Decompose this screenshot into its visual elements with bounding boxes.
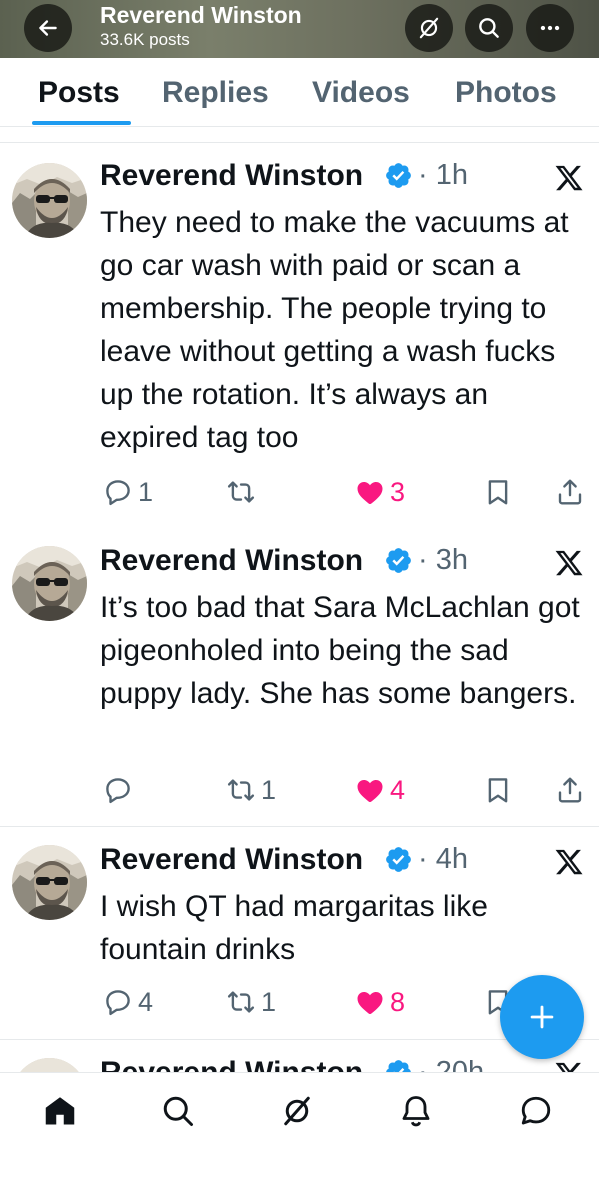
reply-icon: [103, 987, 133, 1017]
heart-icon: [355, 775, 385, 805]
heart-icon: [355, 477, 385, 507]
reply-count: 1: [138, 476, 154, 507]
post-text: I wish QT had margaritas like fountain d…: [100, 890, 488, 966]
search-icon: [163, 1096, 193, 1126]
tab-videos[interactable]: Videos: [312, 76, 410, 110]
x-logo-icon: [554, 847, 584, 877]
share-button[interactable]: [555, 773, 585, 807]
nav-home[interactable]: [42, 1093, 82, 1133]
like-count: 4: [390, 774, 406, 805]
verified-badge-icon: [384, 161, 413, 190]
avatar-image: [12, 546, 87, 621]
reply-button[interactable]: [103, 773, 138, 807]
like-button[interactable]: 8: [355, 985, 405, 1019]
repost-count: 1: [261, 986, 277, 1017]
like-button[interactable]: 3: [355, 475, 405, 509]
bookmark-icon: [483, 775, 513, 805]
post-time[interactable]: · 1h: [418, 159, 468, 192]
avatar-image: [12, 163, 87, 238]
reply-icon: [103, 477, 133, 507]
messages-icon: [521, 1096, 551, 1125]
post[interactable]: Reverend Winston · 1h They need to make …: [0, 142, 599, 529]
avatar[interactable]: [12, 546, 87, 621]
nav-grok[interactable]: [279, 1093, 319, 1133]
tab-posts[interactable]: Posts: [38, 76, 120, 110]
nav-messages[interactable]: [518, 1093, 558, 1133]
avatar[interactable]: [12, 845, 87, 920]
back-button[interactable]: [24, 4, 72, 52]
nav-notifications[interactable]: [398, 1093, 438, 1133]
repost-button[interactable]: 1: [226, 985, 276, 1019]
verified-badge-icon: [384, 546, 413, 575]
grok-icon: [284, 1096, 310, 1126]
more-button[interactable]: [526, 4, 574, 52]
share-icon: [555, 775, 585, 805]
repost-button[interactable]: 1: [226, 773, 276, 807]
post[interactable]: Reverend Winston · 3h It’s too bad that …: [0, 528, 599, 827]
repost-icon: [226, 775, 256, 805]
repost-icon: [226, 477, 256, 507]
avatar[interactable]: [12, 163, 87, 238]
post-count: 33.6K posts: [100, 30, 190, 49]
back-arrow-icon: [39, 20, 57, 36]
post-time[interactable]: · 4h: [418, 843, 468, 876]
post-time[interactable]: · 3h: [418, 544, 468, 577]
reply-button[interactable]: 4: [103, 985, 153, 1019]
author-name[interactable]: Reverend Winston: [100, 843, 363, 877]
repost-icon: [226, 987, 256, 1017]
nav-search[interactable]: [160, 1093, 200, 1133]
tab-photos[interactable]: Photos: [455, 76, 557, 110]
more-icon: [540, 25, 560, 31]
like-count: 3: [390, 476, 406, 507]
post-text: It’s too bad that Sara McLachlan got pig…: [100, 591, 580, 710]
share-button[interactable]: [555, 475, 585, 509]
active-tab-indicator: [32, 121, 131, 125]
bookmark-button[interactable]: [483, 475, 513, 509]
bookmark-icon: [483, 477, 513, 507]
avatar-image: [12, 845, 87, 920]
reply-button[interactable]: 1: [103, 475, 153, 509]
grok-button[interactable]: [405, 4, 453, 52]
profile-name: Reverend Winston: [100, 2, 302, 28]
author-name[interactable]: Reverend Winston: [100, 544, 363, 578]
tab-replies[interactable]: Replies: [162, 76, 269, 110]
author-name[interactable]: Reverend Winston: [100, 159, 363, 193]
plus-icon: [530, 1005, 554, 1029]
x-logo-icon: [554, 163, 584, 193]
notifications-icon: [402, 1096, 430, 1127]
profile-tabs: Posts Replies Videos Photos: [0, 58, 599, 127]
reply-icon: [103, 775, 133, 805]
search-icon: [479, 18, 499, 38]
heart-icon: [355, 987, 385, 1017]
bottom-navigation: [0, 1072, 599, 1201]
repost-button[interactable]: [226, 475, 261, 509]
grok-icon: [419, 17, 439, 39]
bookmark-button[interactable]: [483, 773, 513, 807]
like-count: 8: [390, 986, 406, 1017]
like-button[interactable]: 4: [355, 773, 405, 807]
x-logo-icon: [554, 548, 584, 578]
share-icon: [555, 477, 585, 507]
compose-post-button[interactable]: [500, 975, 584, 1059]
home-icon: [45, 1097, 75, 1125]
profile-header: Reverend Winston 33.6K posts: [0, 0, 599, 58]
post-text: They need to make the vacuums at go car …: [100, 206, 569, 454]
reply-count: 4: [138, 986, 154, 1017]
search-button[interactable]: [465, 4, 513, 52]
verified-badge-icon: [384, 845, 413, 874]
repost-count: 1: [261, 774, 277, 805]
